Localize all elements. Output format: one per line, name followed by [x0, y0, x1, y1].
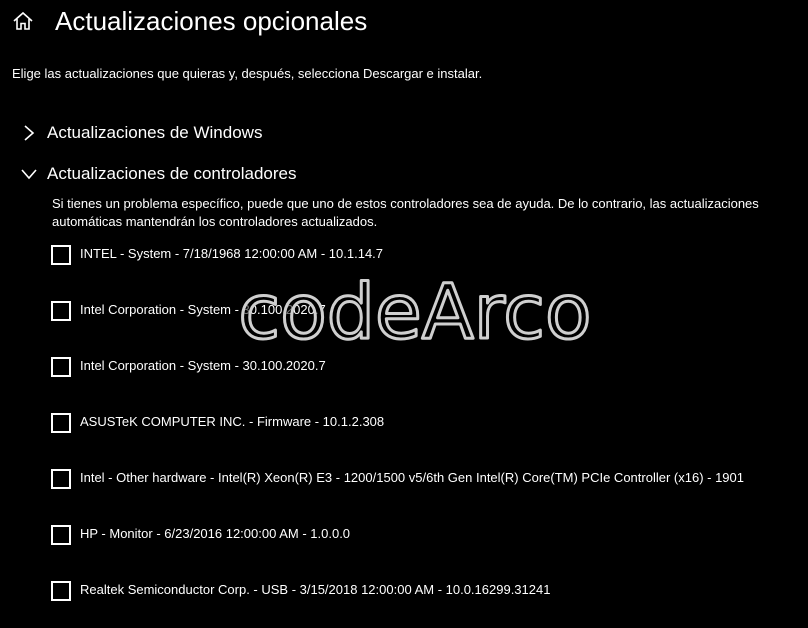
driver-update-item[interactable]: HP - Monitor - 6/23/2016 12:00:00 AM - 1… — [51, 524, 744, 580]
section-windows-updates[interactable]: Actualizaciones de Windows — [20, 121, 262, 145]
driver-label: HP - Monitor - 6/23/2016 12:00:00 AM - 1… — [80, 526, 351, 541]
driver-update-list: INTEL - System - 7/18/1968 12:00:00 AM -… — [51, 244, 744, 628]
driver-update-item[interactable]: Intel Corporation - System - 30.100.2020… — [51, 356, 744, 412]
driver-checkbox[interactable] — [51, 581, 71, 601]
driver-checkbox[interactable] — [51, 245, 71, 265]
driver-update-item[interactable]: Intel - Other hardware - Intel(R) Xeon(R… — [51, 468, 744, 524]
chevron-down-icon — [20, 165, 38, 183]
driver-checkbox[interactable] — [51, 469, 71, 489]
driver-checkbox[interactable] — [51, 357, 71, 377]
section-windows-updates-label: Actualizaciones de Windows — [47, 123, 263, 142]
driver-label: Intel Corporation - System - 30.100.2020… — [80, 302, 326, 317]
driver-label: Intel Corporation - System - 30.100.2020… — [80, 358, 326, 373]
driver-label: INTEL - System - 7/18/1968 12:00:00 AM -… — [80, 246, 384, 261]
driver-update-item[interactable]: ASUSTeK COMPUTER INC. - Firmware - 10.1.… — [51, 412, 744, 468]
page-subtitle: Elige las actualizaciones que quieras y,… — [12, 66, 483, 81]
driver-updates-description: Si tienes un problema específico, puede … — [52, 195, 808, 231]
header: Actualizaciones opcionales — [0, 0, 808, 44]
driver-label: Intel - Other hardware - Intel(R) Xeon(R… — [80, 470, 744, 485]
section-driver-updates-label: Actualizaciones de controladores — [47, 164, 297, 183]
chevron-right-icon — [20, 124, 38, 142]
driver-checkbox[interactable] — [51, 413, 71, 433]
driver-update-item[interactable]: Intel Corporation - System - 30.100.2020… — [51, 300, 744, 356]
driver-checkbox[interactable] — [51, 525, 71, 545]
description-line: Si tienes un problema específico, puede … — [52, 196, 759, 211]
page-title: Actualizaciones opcionales — [55, 6, 368, 36]
driver-label: ASUSTeK COMPUTER INC. - Firmware - 10.1.… — [80, 414, 385, 429]
section-driver-updates[interactable]: Actualizaciones de controladores — [20, 162, 296, 186]
driver-label: Realtek Semiconductor Corp. - USB - 3/15… — [80, 582, 551, 597]
driver-update-item[interactable]: Realtek Semiconductor Corp. - USB - 3/15… — [51, 580, 744, 628]
home-icon[interactable] — [12, 11, 34, 31]
driver-checkbox[interactable] — [51, 301, 71, 321]
description-line: automáticas mantendrán los controladores… — [52, 214, 378, 229]
driver-update-item[interactable]: INTEL - System - 7/18/1968 12:00:00 AM -… — [51, 244, 744, 300]
